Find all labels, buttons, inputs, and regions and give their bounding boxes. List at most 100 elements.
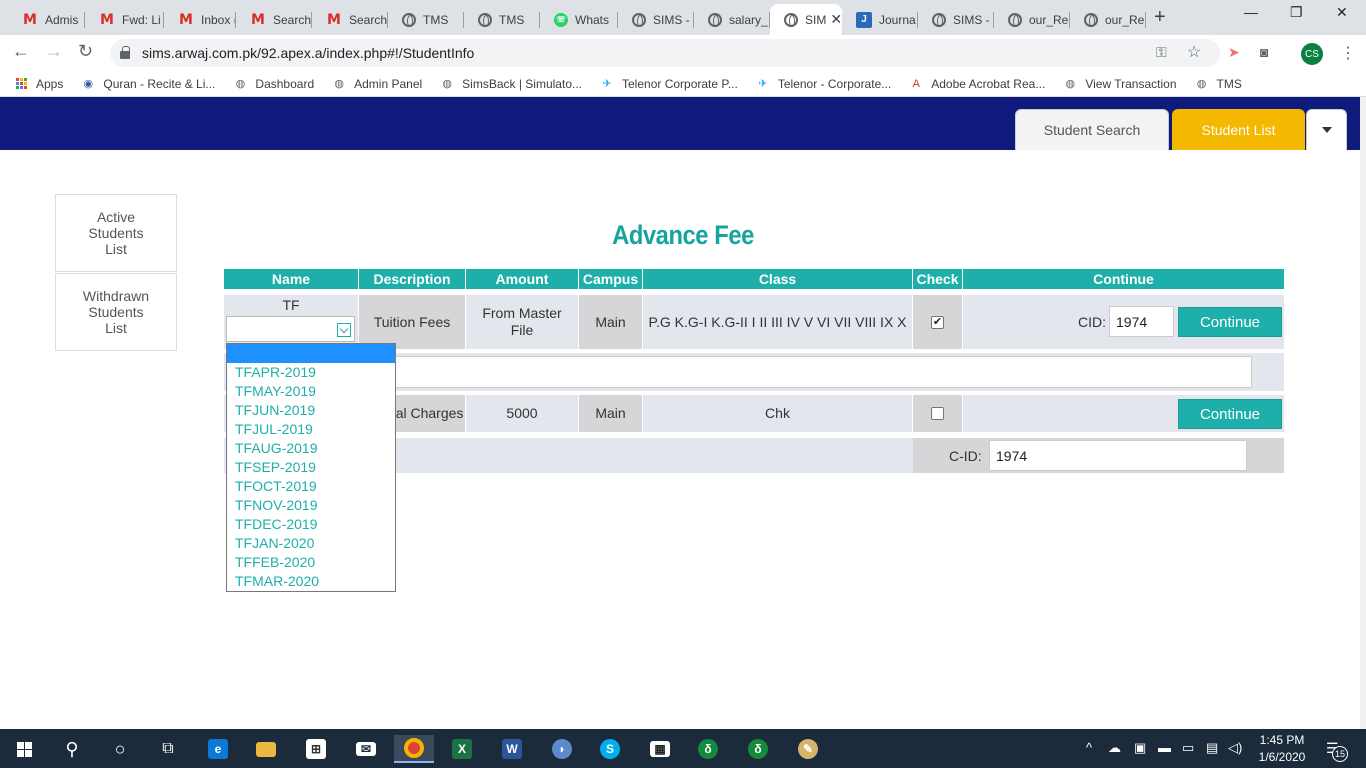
address-bar[interactable]: sims.arwaj.com.pk/92.apex.a/index.php#!/… <box>110 39 1220 67</box>
key-icon[interactable]: ⚿ <box>1156 44 1167 61</box>
browser-tab-title: TMS <box>499 12 525 27</box>
browser-tab[interactable]: TMS <box>388 4 464 35</box>
minimize-icon[interactable]: — <box>1244 4 1258 20</box>
star-icon[interactable]: ☆ <box>1187 42 1201 62</box>
volume-icon[interactable]: ◁) <box>1228 740 1242 756</box>
skype-icon[interactable]: S <box>590 735 630 763</box>
bookmark-item[interactable]: ◉ Quran - Recite & Li... <box>81 76 216 91</box>
network-app-icon[interactable]: ▣ <box>1134 740 1146 756</box>
search-icon[interactable]: ⚲ <box>52 735 92 763</box>
maximize-icon[interactable]: ❐ <box>1290 4 1303 21</box>
browser-tab[interactable]: M Inbox ( <box>164 4 236 35</box>
onedrive-icon[interactable]: ☁ <box>1108 740 1121 756</box>
bookmark-item[interactable]: ◍ TMS <box>1195 77 1242 91</box>
close-window-icon[interactable]: ✕ <box>1336 4 1348 21</box>
browser-tab[interactable]: M Search <box>236 4 312 35</box>
bookmark-item[interactable]: ◍ Admin Panel <box>332 77 422 91</box>
media-icon[interactable]: ▦ <box>640 735 680 763</box>
dropdown-option[interactable]: TFDEC-2019 <box>227 515 395 534</box>
reload-icon[interactable]: ↻ <box>78 41 93 62</box>
browser-tab[interactable]: ☏ Whats <box>540 4 618 35</box>
dropdown-option[interactable]: TFAUG-2019 <box>227 439 395 458</box>
browser-tab[interactable]: M Admis <box>8 4 85 35</box>
row2-amount: 5000 <box>466 395 578 432</box>
bookmark-label: Quran - Recite & Li... <box>103 76 216 91</box>
dropdown-option[interactable]: TFMAY-2019 <box>227 382 395 401</box>
app-green-icon[interactable]: δ <box>688 735 728 763</box>
file-explorer-icon[interactable] <box>246 735 286 763</box>
bookmark-label: SimsBack | Simulato... <box>462 76 582 91</box>
forward-arrow-icon[interactable]: → <box>45 41 63 62</box>
bookmark-item[interactable]: A Adobe Acrobat Rea... <box>909 77 1046 91</box>
bookmark-item[interactable]: ✈ Telenor - Corporate... <box>756 77 891 91</box>
web-page: Student Search Student List Active Stude… <box>0 97 1366 729</box>
tab-student-search[interactable]: Student Search <box>1015 109 1169 150</box>
browser-menu-icon[interactable]: ⋮ <box>1340 43 1356 63</box>
browser-tab[interactable]: salary_ <box>694 4 770 35</box>
globe-icon: ◍ <box>442 78 452 90</box>
edge-icon[interactable]: e <box>198 735 238 763</box>
bookmark-item[interactable]: ◍ Dashboard <box>233 77 315 91</box>
monitor-icon[interactable]: ▭ <box>1182 740 1194 756</box>
extension-icon[interactable]: ➤ <box>1228 44 1240 61</box>
bookmark-item[interactable]: ✈ Telenor Corporate P... <box>600 77 737 91</box>
back-arrow-icon[interactable]: ← <box>12 41 30 62</box>
chrome-icon[interactable] <box>394 735 434 763</box>
camera-icon[interactable]: ◙ <box>1260 44 1268 60</box>
browser-tab[interactable]: M Fwd: Li <box>85 4 164 35</box>
tab-student-list[interactable]: Student List <box>1172 109 1305 150</box>
row1-cid-input[interactable]: 1974 <box>1109 306 1174 337</box>
browser-tab[interactable]: J Journa <box>842 4 918 35</box>
fee-month-select[interactable] <box>226 316 355 342</box>
store-icon[interactable]: ⊞ <box>296 735 336 763</box>
display-icon[interactable]: ▬ <box>1158 740 1171 755</box>
browser-tab[interactable]: M Search <box>312 4 388 35</box>
word-icon[interactable]: W <box>492 735 532 763</box>
dropdown-option[interactable]: TFOCT-2019 <box>227 477 395 496</box>
tray-chevron-icon[interactable]: ^ <box>1086 740 1092 755</box>
browser-tab[interactable]: SIMS - <box>918 4 994 35</box>
withdrawn-students-list-button[interactable]: Withdrawn Students List <box>55 273 177 351</box>
row2-cid-input[interactable]: 1974 <box>989 440 1247 471</box>
row1-detail-input[interactable] <box>394 356 1252 388</box>
battery-icon[interactable]: ▤ <box>1206 740 1218 756</box>
dropdown-option[interactable]: TFFEB-2020 <box>227 553 395 572</box>
dolphin-app-icon[interactable]: ◗ <box>542 735 582 763</box>
row1-checkbox[interactable]: ✔ <box>931 315 944 329</box>
dropdown-option[interactable]: TFJUL-2019 <box>227 420 395 439</box>
profile-avatar[interactable]: CS <box>1301 43 1323 65</box>
row2-continue-button[interactable]: Continue <box>1178 399 1282 429</box>
row2-checkbox[interactable] <box>931 407 944 420</box>
nav-dropdown-toggle[interactable] <box>1306 109 1347 150</box>
dropdown-option[interactable]: TFNOV-2019 <box>227 496 395 515</box>
system-clock[interactable]: 1:45 PM 1/6/2020 <box>1250 732 1314 766</box>
dropdown-option[interactable]: TFMAR-2020 <box>227 572 395 591</box>
paint-icon[interactable]: ✎ <box>788 735 828 763</box>
page-scrollbar[interactable] <box>1360 97 1366 729</box>
browser-tab[interactable]: our_Re <box>994 4 1070 35</box>
browser-tab[interactable]: SIM ✕ <box>770 4 842 35</box>
bookmark-item[interactable]: ◍ SimsBack | Simulato... <box>440 77 582 91</box>
gmail-icon: M <box>179 11 193 28</box>
dropdown-option[interactable]: TFJAN-2020 <box>227 534 395 553</box>
dropdown-options: TFAPR-2019 TFMAY-2019 TFJUN-2019 TFJUL-2019… <box>227 363 395 591</box>
dropdown-option[interactable]: TFAPR-2019 <box>227 363 395 382</box>
app-green-2-icon[interactable]: δ <box>738 735 778 763</box>
task-view-icon[interactable]: ⧉ <box>148 735 188 763</box>
new-tab-icon[interactable]: + <box>1154 6 1166 29</box>
bookmark-item[interactable]: Apps <box>14 77 63 91</box>
mail-icon[interactable]: ✉ <box>346 735 386 763</box>
row1-continue-button[interactable]: Continue <box>1178 307 1282 337</box>
cortana-icon[interactable]: ○ <box>100 735 140 763</box>
bookmark-item[interactable]: ◍ View Transaction <box>1063 77 1177 91</box>
browser-tab[interactable]: SIMS - <box>618 4 694 35</box>
close-tab-icon[interactable]: ✕ <box>826 11 842 28</box>
browser-tab[interactable]: TMS <box>464 4 540 35</box>
excel-icon[interactable]: X <box>442 735 482 763</box>
globe-icon <box>708 12 722 27</box>
dropdown-option[interactable]: TFJUN-2019 <box>227 401 395 420</box>
dropdown-option[interactable]: TFSEP-2019 <box>227 458 395 477</box>
dropdown-option-highlighted[interactable] <box>227 344 395 363</box>
windows-start-icon[interactable] <box>4 735 44 763</box>
browser-tab[interactable]: our_Re <box>1070 4 1146 35</box>
